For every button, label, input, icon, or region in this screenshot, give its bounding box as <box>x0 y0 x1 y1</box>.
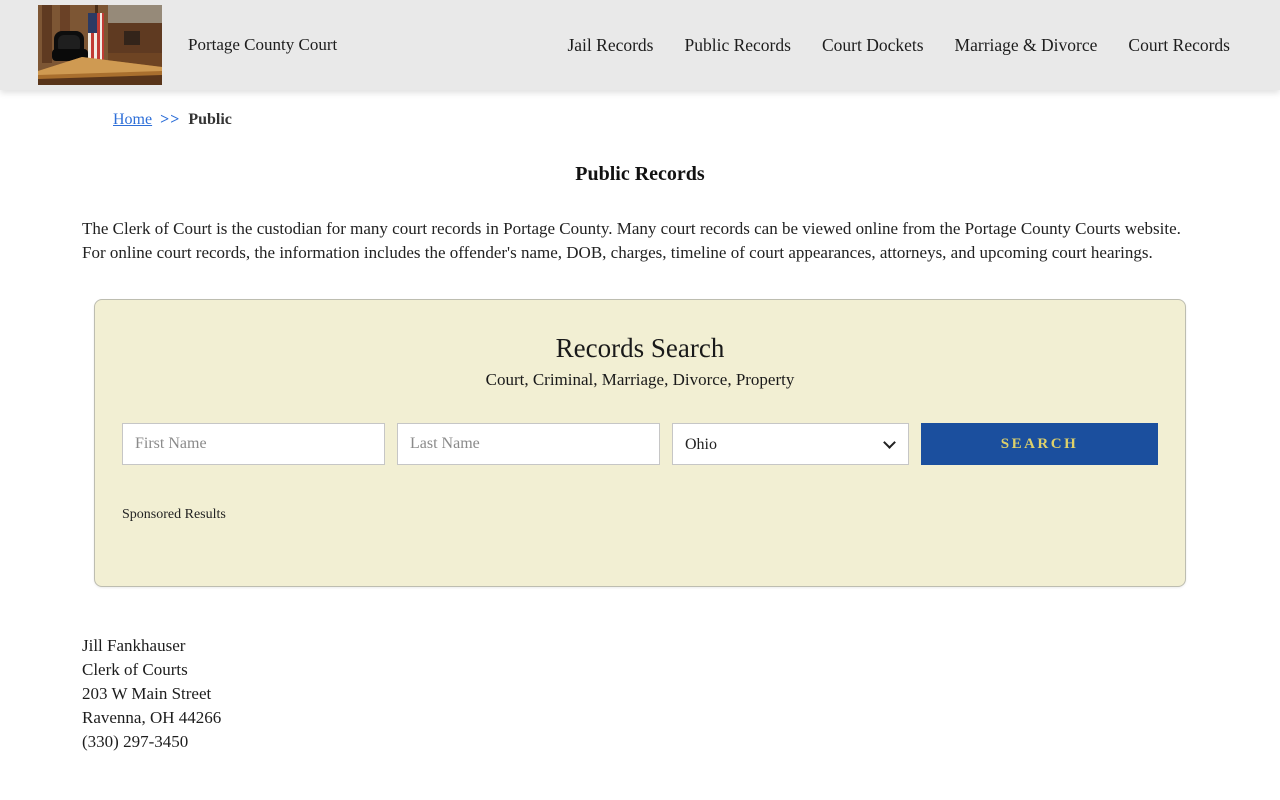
main-nav: Jail Records Public Records Court Docket… <box>567 0 1230 90</box>
nav-court-dockets[interactable]: Court Dockets <box>822 35 924 56</box>
nav-public-records[interactable]: Public Records <box>685 35 791 56</box>
contact-phone: (330) 297-3450 <box>82 732 189 751</box>
search-form-row: Ohio SEARCH <box>122 423 1158 465</box>
last-name-input[interactable] <box>397 423 660 465</box>
intro-paragraph: The Clerk of Court is the custodian for … <box>82 219 1181 262</box>
nav-jail-records[interactable]: Jail Records <box>567 35 653 56</box>
search-button[interactable]: SEARCH <box>921 423 1158 465</box>
state-select[interactable]: Ohio <box>672 423 909 465</box>
contact-role: Clerk of Courts <box>82 660 188 679</box>
contact-street: 203 W Main Street <box>82 684 212 703</box>
page-title: Public Records <box>575 163 705 185</box>
state-select-wrap: Ohio <box>672 423 909 465</box>
nav-court-records[interactable]: Court Records <box>1128 35 1230 56</box>
courtroom-scene-image <box>38 5 162 85</box>
contact-city: Ravenna, OH 44266 <box>82 708 222 727</box>
records-search-title: Records Search <box>555 333 725 363</box>
records-search-panel: Records Search Court, Criminal, Marriage… <box>94 299 1186 587</box>
site-title[interactable]: Portage County Court <box>188 0 337 90</box>
contact-name: Jill Fankhauser <box>82 636 186 655</box>
breadcrumb-current: Public <box>188 111 232 128</box>
sponsored-results-note: Sponsored Results <box>122 507 226 522</box>
first-name-input[interactable] <box>122 423 385 465</box>
courtroom-photo-logo[interactable] <box>38 5 162 85</box>
clerk-contact-block: Jill Fankhauser Clerk of Courts 203 W Ma… <box>82 634 1280 754</box>
nav-marriage-divorce[interactable]: Marriage & Divorce <box>955 35 1098 56</box>
breadcrumb: Home >> Public <box>113 111 1280 129</box>
header: Portage County Court Jail Records Public… <box>0 0 1280 90</box>
breadcrumb-separator: >> <box>160 111 181 128</box>
breadcrumb-home-link[interactable]: Home <box>113 111 152 128</box>
records-search-subtitle: Court, Criminal, Marriage, Divorce, Prop… <box>485 370 795 389</box>
